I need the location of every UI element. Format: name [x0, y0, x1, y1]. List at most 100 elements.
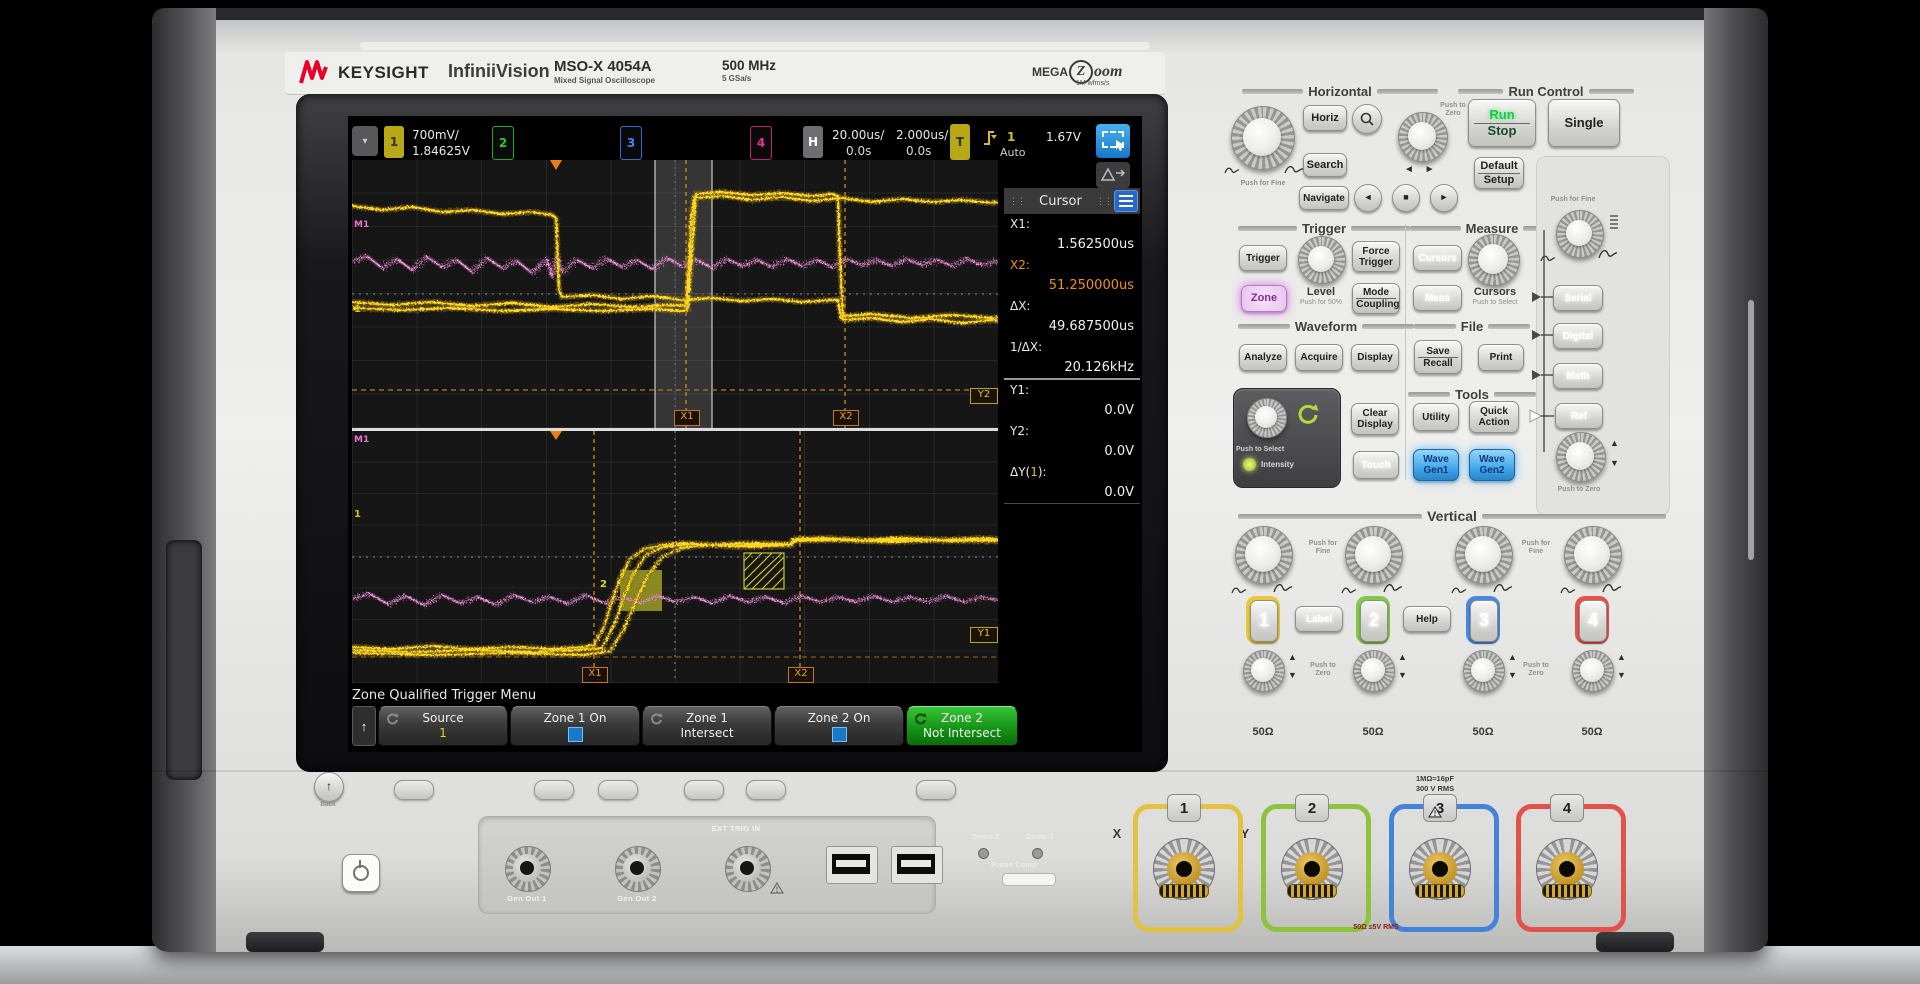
softkey-hw-5[interactable]: [746, 780, 786, 800]
default-setup-button[interactable]: Default Setup: [1474, 157, 1524, 189]
checkbox-checked-icon: [568, 727, 583, 742]
keysight-logo-icon: [298, 58, 332, 86]
channel2-status-box[interactable]: 2: [492, 126, 514, 160]
zone-button[interactable]: Zone: [1241, 285, 1287, 312]
help-button[interactable]: Help: [1403, 606, 1451, 632]
horizontal-delay-knob[interactable]: [1408, 122, 1436, 150]
channel1-status-box[interactable]: 1: [384, 126, 404, 158]
ch3-button[interactable]: 3: [1470, 600, 1498, 642]
softkey-hw-6[interactable]: [916, 780, 956, 800]
lower-waveform-plot[interactable]: M1 1 2 X1 X2 Y1: [352, 431, 998, 683]
softkey-hw-4[interactable]: [684, 780, 724, 800]
softkey-zone1-on[interactable]: Zone 1 On: [510, 706, 640, 746]
quick-action-button[interactable]: Quick Action: [1469, 401, 1519, 433]
ch2-position-knob[interactable]: [1361, 658, 1385, 682]
ch1-position-knob[interactable]: [1251, 658, 1275, 682]
menu-icon[interactable]: [1114, 190, 1138, 212]
softkey-zone2-on[interactable]: Zone 2 On: [774, 706, 904, 746]
horizontal-scale-knob[interactable]: [1243, 118, 1281, 156]
nav-next-button[interactable]: ►: [1430, 184, 1458, 212]
ch2-impedance-label: 50Ω: [1357, 726, 1389, 738]
section-title-trigger: Trigger: [1238, 221, 1410, 236]
section-title-vertical: Vertical: [1238, 508, 1666, 524]
clear-label: Clear: [1362, 408, 1387, 419]
softkey-hw-2[interactable]: [534, 780, 574, 800]
horiz-button[interactable]: Horiz: [1303, 105, 1347, 131]
meas-button[interactable]: Meas: [1413, 285, 1462, 311]
ch2-button[interactable]: 2: [1360, 600, 1388, 642]
model-subtitle: Mixed Signal Oscilloscope: [554, 76, 655, 85]
serial-button[interactable]: Serial: [1553, 285, 1603, 311]
multipurpose-knob[interactable]: [1566, 220, 1592, 246]
sidebar-pull-tab[interactable]: ▾: [352, 126, 378, 156]
digital-button[interactable]: Digital: [1553, 323, 1603, 349]
nav-stop-button[interactable]: ■: [1392, 184, 1420, 212]
ch4-number: 4: [1588, 611, 1598, 631]
main-delay: 0.0s: [846, 144, 871, 158]
ch3-scale-knob[interactable]: [1465, 536, 1501, 572]
channel4-status-box[interactable]: 4: [750, 126, 772, 160]
analyze-button[interactable]: Analyze: [1239, 344, 1287, 371]
mode-coupling-button[interactable]: Mode Coupling: [1352, 283, 1400, 314]
search-button[interactable]: Search: [1303, 153, 1347, 177]
trigger-button[interactable]: Trigger: [1239, 245, 1287, 271]
cursors-knob[interactable]: [1478, 244, 1508, 274]
ch4-impedance-label: 50Ω: [1576, 726, 1608, 738]
wave-gen1-button[interactable]: Wave Gen1: [1413, 449, 1459, 481]
usb-port-2: [891, 846, 943, 884]
wave-gen2-button[interactable]: Wave Gen2: [1469, 449, 1515, 481]
math-button[interactable]: Math: [1553, 363, 1603, 389]
horizontal-status-box[interactable]: H: [803, 126, 823, 158]
upper-y2-cursor-label[interactable]: Y2: [970, 388, 998, 404]
ch4-position-knob[interactable]: [1580, 658, 1604, 682]
multipurpose-position-knob[interactable]: [1566, 442, 1594, 470]
sine-small-icon: [1231, 586, 1247, 596]
center-horizontal-gridline: [352, 293, 998, 295]
upper-waveform-plot[interactable]: M1 1 X1 X2 Y2: [352, 160, 998, 428]
ch4-scale-knob[interactable]: [1574, 536, 1610, 572]
lower-x2-cursor-label[interactable]: X2: [788, 667, 814, 683]
utility-button[interactable]: Utility: [1413, 403, 1459, 431]
clear-display-button[interactable]: Clear Display: [1351, 403, 1399, 435]
softkey-source[interactable]: Source 1: [378, 706, 508, 746]
trigger-status-box[interactable]: T: [950, 124, 970, 160]
acquire-button[interactable]: Acquire: [1295, 344, 1343, 371]
run-stop-button[interactable]: Run Stop: [1468, 99, 1536, 147]
touch-button[interactable]: Touch: [1353, 451, 1399, 479]
navigate-button[interactable]: Navigate: [1299, 186, 1349, 210]
channel3-status-box[interactable]: 3: [620, 126, 642, 160]
upper-x2-cursor-label[interactable]: X2: [833, 410, 859, 426]
trigger-level-knob[interactable]: [1308, 246, 1334, 272]
single-button[interactable]: Single: [1548, 99, 1620, 147]
back-button[interactable]: ↑: [314, 772, 344, 802]
annotation-icon[interactable]: [1096, 162, 1130, 188]
nav-prev-button[interactable]: ◄: [1354, 184, 1382, 212]
ch4-button[interactable]: 4: [1579, 600, 1607, 642]
signal-path-diagram: [1528, 230, 1556, 480]
softkey-zone2-mode[interactable]: Zone 2 Not Intersect: [906, 706, 1018, 746]
cursor-panel-header[interactable]: ⋮⋮ Cursor ⋮⋮: [1004, 188, 1140, 214]
cursors-button[interactable]: Cursors: [1413, 245, 1462, 271]
ch1-scale-knob[interactable]: [1245, 536, 1281, 572]
save-recall-button[interactable]: Save Recall: [1414, 340, 1462, 374]
ch1-button[interactable]: 1: [1250, 600, 1278, 642]
lower-y1-cursor-label[interactable]: Y1: [970, 627, 998, 643]
ref-button[interactable]: Ref: [1555, 403, 1603, 429]
touch-zone-icon[interactable]: [1096, 124, 1130, 158]
ch2-scale-knob[interactable]: [1355, 536, 1391, 572]
force-trigger-button[interactable]: Force Trigger: [1352, 241, 1400, 272]
display-button[interactable]: Display: [1351, 344, 1399, 371]
softkey-hw-1[interactable]: [394, 780, 434, 800]
label-button[interactable]: Label: [1295, 606, 1343, 632]
stop-label: Stop: [1474, 123, 1531, 138]
power-button[interactable]: [342, 854, 380, 892]
intensity-knob[interactable]: [1255, 406, 1277, 428]
ch3-position-knob[interactable]: [1471, 658, 1495, 682]
softkey-hw-3[interactable]: [598, 780, 638, 800]
upper-x1-cursor-label[interactable]: X1: [674, 410, 700, 426]
print-button[interactable]: Print: [1478, 344, 1524, 371]
menu-up-button[interactable]: ↑: [352, 706, 376, 746]
softkey-zone1-mode[interactable]: Zone 1 Intersect: [642, 706, 772, 746]
zoom-search-button[interactable]: [1352, 104, 1382, 134]
lower-x1-cursor-label[interactable]: X1: [582, 667, 608, 683]
